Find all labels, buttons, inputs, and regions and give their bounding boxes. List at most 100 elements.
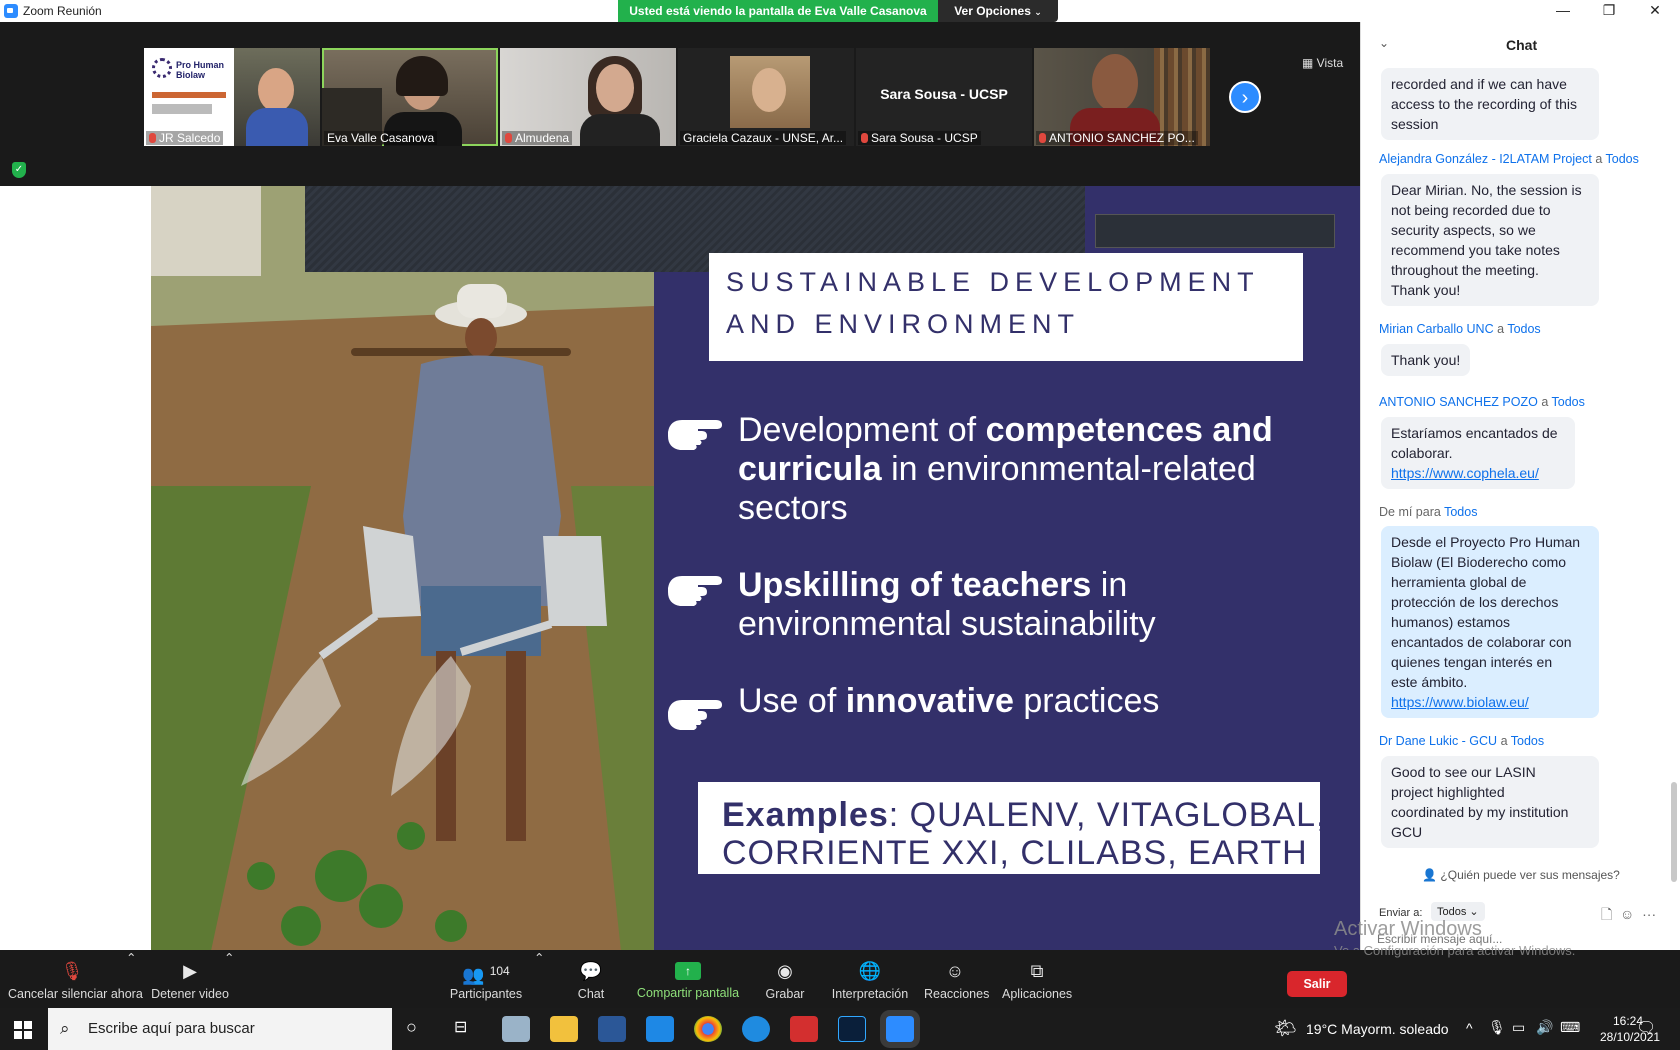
security-shield-icon[interactable]: ✓: [12, 162, 26, 178]
screen-share-banner: Usted está viendo la pantalla de Eva Val…: [618, 0, 938, 22]
edge-icon[interactable]: [742, 1016, 770, 1042]
muted-mic-icon: [861, 133, 868, 143]
participant-name: Sara Sousa - UCSP: [858, 131, 981, 145]
windows-activation-watermark: Activar Windows Ve a Configuración para …: [1334, 918, 1576, 958]
slide-examples-box: Examples: QUALENV, VITAGLOBAL, CORRIENTE…: [698, 782, 1326, 874]
redacted-region: [1095, 214, 1335, 248]
volume-icon[interactable]: 🔊: [1536, 1019, 1553, 1036]
bullet-innovative: Use of innovative practices: [738, 682, 1160, 720]
share-screen-button[interactable]: ↑ Compartir pantalla: [636, 950, 740, 1008]
notifications-icon[interactable]: 🗨: [1636, 1018, 1656, 1038]
participant-tile[interactable]: Graciela Cazaux - UNSE, Ar...: [678, 48, 854, 146]
emoji-plus-icon: ☺: [945, 961, 965, 981]
chat-tools: 🗋 ☺ ···: [1601, 904, 1656, 928]
windows-start-icon[interactable]: [14, 1021, 32, 1039]
acrobat-icon[interactable]: [790, 1016, 818, 1042]
slide-photo: [151, 186, 654, 951]
slide-margin: [0, 186, 151, 950]
chevron-down-icon[interactable]: ⌄: [1379, 36, 1389, 50]
chevron-up-icon[interactable]: ⌃: [534, 950, 544, 965]
chat-message: Desde el Proyecto Pro Human Biolaw (El B…: [1381, 526, 1599, 718]
file-icon[interactable]: 🗋: [1601, 906, 1612, 922]
chevron-up-icon[interactable]: ^: [1466, 1020, 1473, 1036]
chat-message: Dear Mirian. No, the session is not bein…: [1381, 174, 1599, 306]
network-icon[interactable]: ▭: [1512, 1019, 1525, 1036]
muted-mic-icon: [505, 133, 512, 143]
video-camera-icon: ▶: [183, 961, 197, 981]
leave-button[interactable]: Salir: [1287, 971, 1347, 997]
person-icon: 👤: [1422, 868, 1441, 882]
more-icon[interactable]: ···: [1642, 906, 1656, 922]
view-options-button[interactable]: Ver Opciones ⌄: [938, 0, 1058, 22]
close-button[interactable]: ✕: [1632, 0, 1678, 22]
apps-button[interactable]: ⧉ Aplicaciones: [1002, 950, 1072, 1008]
weather-text[interactable]: 19°C Mayorm. soleado: [1306, 1021, 1449, 1037]
chat-sender: De mí para Todos: [1379, 505, 1478, 519]
emoji-icon[interactable]: ☺: [1620, 906, 1634, 922]
chat-message: recorded and if we can have access to th…: [1381, 68, 1599, 140]
who-can-see-link[interactable]: 👤 ¿Quién puede ver sus mensajes?: [1361, 868, 1680, 882]
file-manager-app-icon[interactable]: [502, 1016, 530, 1042]
search-placeholder: Escribe aquí para buscar: [88, 1020, 255, 1037]
participant-name: Almudena: [502, 131, 573, 145]
minimize-button[interactable]: —: [1540, 0, 1586, 22]
participant-name: Graciela Cazaux - UNSE, Ar...: [680, 131, 847, 145]
chat-panel: ⌄ Chat recorded and if we can have acces…: [1360, 22, 1680, 950]
view-switch-button[interactable]: ▦ Vista: [1302, 56, 1343, 70]
chevron-up-icon[interactable]: ⌃: [126, 950, 136, 965]
participant-tile[interactable]: Sara Sousa - UCSP Sara Sousa - UCSP: [856, 48, 1032, 146]
chat-header: ⌄ Chat: [1361, 22, 1680, 68]
muted-mic-icon: [1039, 133, 1046, 143]
pointing-hand-icon: [668, 420, 722, 450]
chevron-up-icon[interactable]: ⌃: [224, 950, 234, 965]
slide-heading-line2: AND ENVIRONMENT: [726, 309, 1081, 339]
chat-message: Estaríamos encantados de colaborar. http…: [1381, 417, 1575, 489]
restore-button[interactable]: ❐: [1586, 0, 1632, 22]
chat-bubble-icon: 💬: [579, 961, 603, 981]
stop-video-button[interactable]: ▶ Detener video: [150, 950, 230, 1008]
participants-count: 104: [489, 964, 510, 978]
participant-tile[interactable]: Almudena: [500, 48, 676, 146]
view-options-label: Ver Opciones: [954, 4, 1031, 18]
task-view-icon[interactable]: ⊟: [454, 1017, 467, 1037]
chevron-down-icon: ⌄: [1469, 906, 1479, 918]
participant-name: Eva Valle Casanova: [324, 131, 438, 145]
chevron-down-icon: ⌄: [1034, 7, 1042, 17]
taskbar-search[interactable]: ⌕ Escribe aquí para buscar: [48, 1008, 392, 1050]
language-icon[interactable]: ⌨: [1560, 1019, 1580, 1036]
apps-icon: ⧉: [1030, 961, 1044, 981]
participant-tile[interactable]: ANTONIO SANCHEZ PO...: [1034, 48, 1210, 146]
zoom-taskbar-icon[interactable]: [886, 1016, 914, 1042]
participant-name: JR Salcedo: [146, 131, 224, 145]
search-icon: ⌕: [60, 1019, 70, 1038]
chat-link[interactable]: https://www.cophela.eu/: [1391, 465, 1539, 481]
participant-tile[interactable]: Eva Valle Casanova: [322, 48, 498, 146]
unmute-button[interactable]: 🎙 Cancelar silenciar ahora: [8, 950, 143, 1008]
chat-message: Good to see our LASIN project highlighte…: [1381, 756, 1599, 848]
microphone-icon[interactable]: 🎙: [1488, 1019, 1506, 1036]
farmer-watering-image: [151, 186, 654, 951]
meeting-toolbar: 🎙 Cancelar silenciar ahora ⌃ ▶ Detener v…: [0, 950, 1360, 1008]
participant-name: ANTONIO SANCHEZ PO...: [1036, 131, 1198, 145]
record-icon: ◉: [777, 961, 793, 981]
photoshop-icon[interactable]: [838, 1016, 866, 1042]
globe-icon: 🌐: [858, 961, 882, 981]
reactions-button[interactable]: ☺ Reacciones: [924, 950, 989, 1008]
chat-button[interactable]: 💬 Chat: [566, 950, 616, 1008]
chat-sender: Mirian Carballo UNC a Todos: [1379, 322, 1541, 336]
chat-link[interactable]: https://www.biolaw.eu/: [1391, 694, 1529, 710]
participant-tile[interactable]: Pro Human Biolaw JR Salcedo: [144, 48, 320, 146]
chrome-icon[interactable]: [694, 1016, 722, 1042]
chat-sender: Alejandra González - I2LATAM Project a T…: [1379, 152, 1639, 166]
folder-icon[interactable]: [550, 1016, 578, 1042]
examples-line1: Examples: QUALENV, VITAGLOBAL,: [722, 796, 1327, 834]
word-icon[interactable]: [598, 1016, 626, 1042]
chat-scrollbar[interactable]: [1671, 782, 1677, 882]
participants-button[interactable]: 👥 104 Participantes: [446, 950, 526, 1008]
chevron-right-icon[interactable]: ›: [1229, 81, 1261, 113]
skype-icon[interactable]: [646, 1016, 674, 1042]
interpretation-button[interactable]: 🌐 Interpretación: [830, 950, 910, 1008]
muted-mic-icon: [149, 133, 156, 143]
record-button[interactable]: ◉ Grabar: [764, 950, 806, 1008]
cortana-icon[interactable]: ○: [406, 1017, 417, 1038]
